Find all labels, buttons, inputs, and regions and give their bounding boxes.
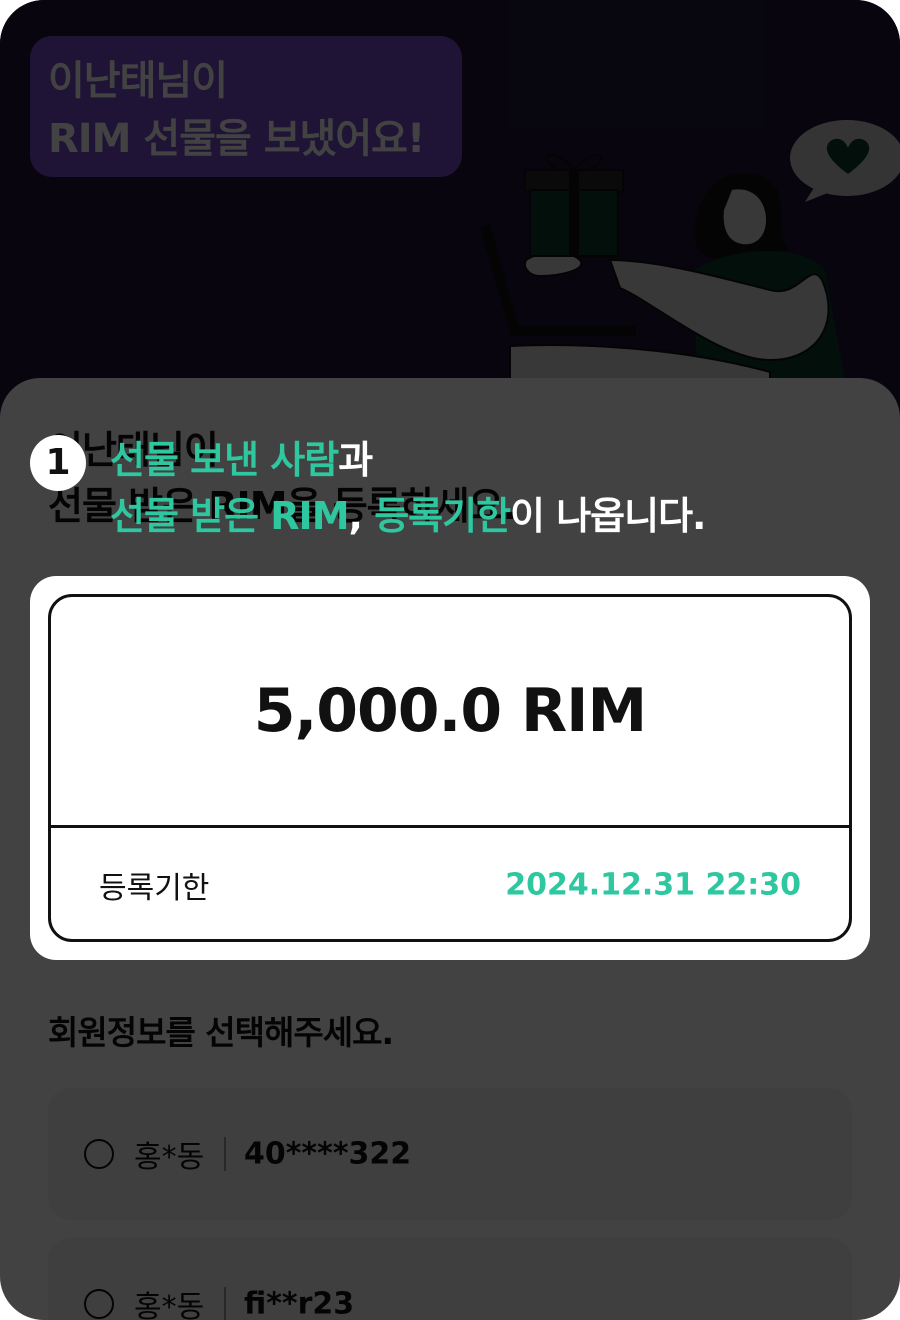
deadline-value: 2024.12.31 22:30 xyxy=(505,867,801,903)
member-id: 40****322 xyxy=(244,1136,412,1172)
app-screen: 이난태님이 RIM 선물을 보냈어요! 이난태님이 선물 받은 RIM을 등록하… xyxy=(0,0,900,1320)
coach-step-badge: 1 xyxy=(30,435,86,491)
member-option[interactable]: 홍*동 40****322 xyxy=(48,1088,852,1220)
heart-speech-bubble-icon xyxy=(790,120,900,202)
member-name: 홍*동 xyxy=(134,1140,205,1175)
coach-highlight-amount: 선물 받은 RIM xyxy=(110,494,350,538)
member-select-heading: 회원정보를 선택해주세요. xyxy=(48,1013,394,1052)
gift-icon xyxy=(524,154,624,257)
coach-description: 선물 보낸 사람과 선물 받은 RIM, 등록기한이 나옵니다. xyxy=(110,432,707,544)
member-name: 홍*동 xyxy=(134,1290,205,1320)
gift-illustration xyxy=(480,120,900,400)
bubble-line-1: 이난태님이 xyxy=(48,58,228,104)
tutorial-highlight: 5,000.0 RIM 등록기한 2024.12.31 22:30 xyxy=(30,576,870,960)
gift-sender-bubble: 이난태님이 RIM 선물을 보냈어요! xyxy=(30,36,462,177)
deadline-label: 등록기한 xyxy=(99,871,210,906)
coach-line-2: 선물 받은 RIM, 등록기한이 나옵니다. xyxy=(110,488,707,544)
bubble-line-2: RIM 선물을 보냈어요! xyxy=(48,116,425,162)
coach-highlight-deadline: 등록기한 xyxy=(374,494,511,538)
coach-text-comma: , xyxy=(348,494,375,538)
gift-banner: 이난태님이 RIM 선물을 보냈어요! xyxy=(0,0,900,420)
divider xyxy=(224,1287,226,1320)
radio-icon[interactable] xyxy=(84,1139,114,1169)
divider xyxy=(224,1137,226,1171)
gift-card: 5,000.0 RIM 등록기한 2024.12.31 22:30 xyxy=(48,594,852,942)
coach-line-1: 선물 보낸 사람과 xyxy=(110,432,706,488)
member-option[interactable]: 홍*동 fi**r23 xyxy=(48,1238,852,1320)
coach-text-part: 과 xyxy=(338,438,373,482)
coach-highlight-sender: 선물 보낸 사람 xyxy=(110,438,339,482)
radio-icon[interactable] xyxy=(84,1289,114,1319)
coach-text-part: 이 나옵니다. xyxy=(510,494,706,538)
gift-amount: 5,000.0 RIM xyxy=(51,597,849,828)
member-id: fi**r23 xyxy=(244,1286,355,1320)
gift-deadline-row: 등록기한 2024.12.31 22:30 xyxy=(51,828,849,939)
